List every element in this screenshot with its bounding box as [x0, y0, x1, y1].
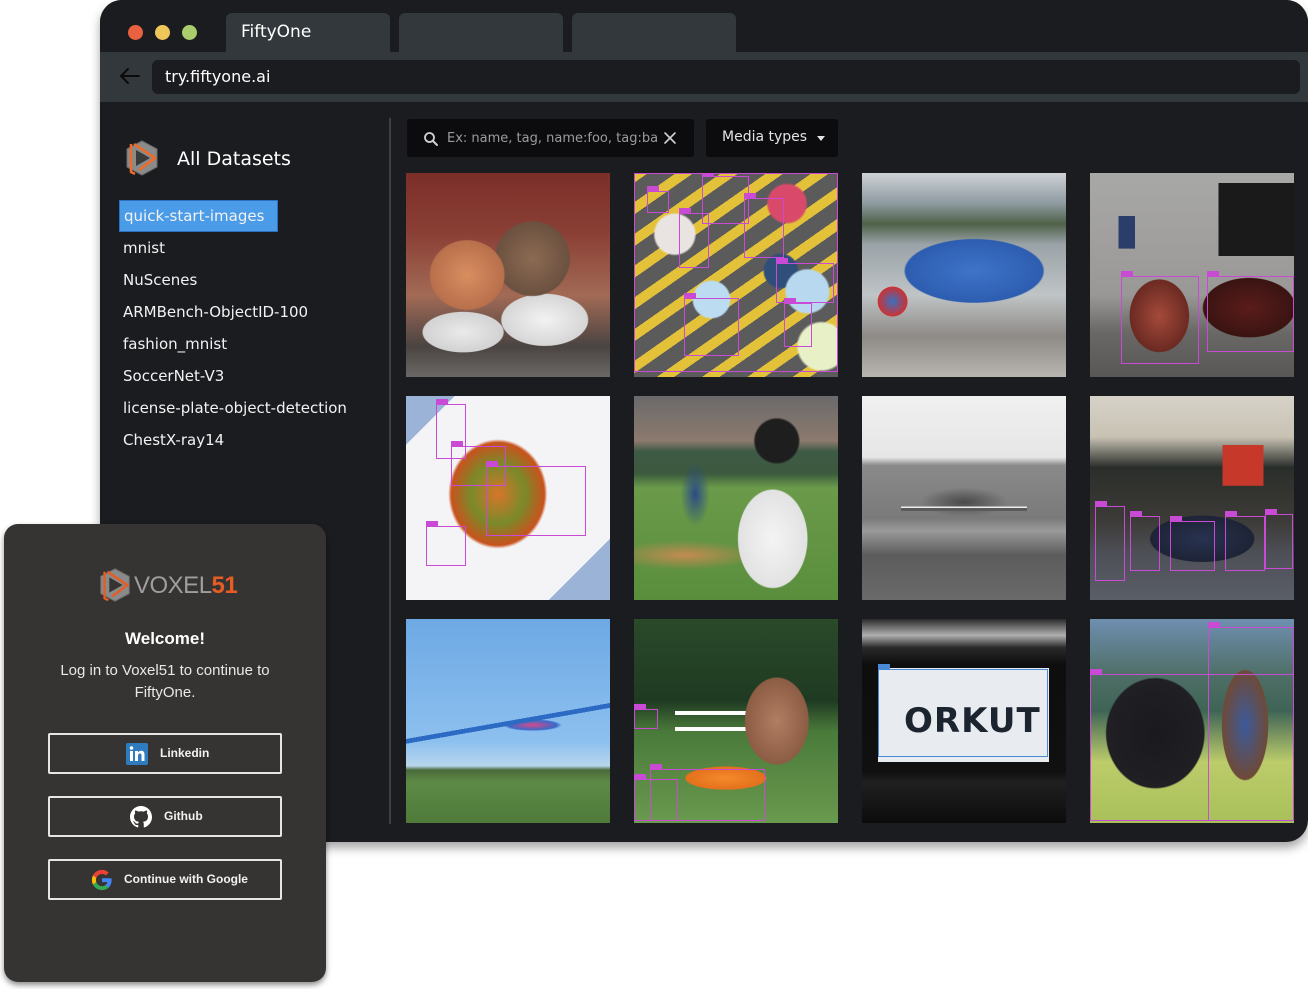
brand-wordmark: VOXEL51	[134, 572, 238, 599]
url-text: try.fiftyone.ai	[165, 67, 271, 86]
linkedin-label: Linkedin	[160, 746, 210, 760]
login-card: VOXEL51 Welcome! Log in to Voxel51 to co…	[4, 524, 326, 982]
voxel51-logo-icon	[100, 568, 130, 602]
detection-box	[1121, 271, 1199, 364]
tab-label: FiftyOne	[241, 22, 312, 42]
detection-box	[1095, 501, 1125, 581]
detection-box	[1208, 622, 1294, 821]
dataset-item-mnist[interactable]: mnist	[119, 232, 351, 264]
detection-box	[784, 298, 812, 347]
detection-box	[684, 293, 739, 356]
dataset-item-quick-start-images[interactable]: quick-start-images	[119, 200, 278, 232]
dataset-list: quick-start-images mnist NuScenes ARMBen…	[119, 200, 351, 456]
github-label: Github	[164, 809, 203, 823]
arrow-left-icon[interactable]	[118, 64, 142, 88]
detection-box	[486, 461, 586, 536]
linkedin-icon	[126, 743, 148, 765]
sample-tile-salad[interactable]	[406, 396, 610, 600]
detection-box	[744, 193, 784, 258]
sample-tile-airplane[interactable]	[862, 173, 1066, 377]
sample-tile-cats[interactable]	[406, 173, 610, 377]
google-login-button[interactable]: Continue with Google	[48, 859, 282, 900]
tab-empty-3[interactable]	[572, 13, 736, 52]
dataset-search	[407, 119, 694, 157]
sample-tile-street[interactable]	[1090, 396, 1294, 600]
sample-tile-umbrellas[interactable]	[634, 173, 838, 377]
sidebar-divider[interactable]	[389, 118, 391, 824]
close-icon[interactable]	[663, 131, 677, 145]
detection-box	[634, 704, 658, 729]
minimize-window-button[interactable]	[155, 25, 170, 40]
plate-text: ORKUT	[904, 701, 1041, 741]
detection-box	[634, 774, 678, 821]
dataset-item-fashion-mnist[interactable]: fashion_mnist	[119, 328, 351, 360]
media-types-dropdown[interactable]: Media types	[706, 119, 838, 157]
search-icon	[424, 132, 438, 146]
sidebar-title: All Datasets	[177, 148, 291, 170]
sample-tile-horse-rider[interactable]	[1090, 619, 1294, 823]
sample-tile-license-plate[interactable]: ORKUT	[862, 619, 1066, 823]
media-types-label: Media types	[722, 129, 808, 145]
google-icon	[91, 869, 112, 891]
detection-box	[1225, 511, 1265, 571]
github-login-button[interactable]: Github	[48, 796, 282, 837]
welcome-heading: Welcome!	[125, 629, 205, 648]
dataset-item-nuscenes[interactable]: NuScenes	[119, 264, 351, 296]
github-icon	[130, 806, 152, 828]
fiftyone-logo-icon	[126, 140, 158, 176]
linkedin-login-button[interactable]: Linkedin	[48, 733, 282, 774]
voxel51-brand: VOXEL51	[96, 566, 246, 606]
login-subtitle: Log in to Voxel51 to continue to FiftyOn…	[60, 662, 270, 701]
detection-box	[426, 521, 466, 566]
sample-tile-kites[interactable]	[406, 619, 610, 823]
sample-tile-living-room[interactable]	[1090, 173, 1294, 377]
close-window-button[interactable]	[128, 25, 143, 40]
dataset-item-chestx-ray14[interactable]: ChestX-ray14	[119, 424, 351, 456]
google-label: Continue with Google	[124, 872, 248, 886]
sample-tile-bench[interactable]	[862, 396, 1066, 600]
tab-fiftyone[interactable]: FiftyOne	[226, 13, 390, 52]
dataset-item-soccernet[interactable]: SoccerNet-V3	[119, 360, 351, 392]
search-input[interactable]	[447, 127, 657, 149]
title-bar: FiftyOne	[100, 0, 1308, 52]
sample-tile-baseball[interactable]	[634, 396, 838, 600]
navigation-bar: try.fiftyone.ai	[100, 52, 1308, 102]
detection-box	[1207, 271, 1294, 352]
maximize-window-button[interactable]	[182, 25, 197, 40]
detection-box	[702, 173, 749, 224]
detection-box	[1130, 511, 1160, 571]
address-bar[interactable]: try.fiftyone.ai	[152, 60, 1300, 94]
detection-box	[647, 186, 669, 213]
dataset-item-license-plate[interactable]: license-plate-object-detection	[119, 392, 351, 424]
detection-box	[679, 208, 709, 268]
detection-box	[776, 258, 834, 303]
sample-tile-llama[interactable]	[634, 619, 838, 823]
detection-box	[1265, 509, 1293, 569]
tab-empty-2[interactable]	[399, 13, 563, 52]
dataset-item-armbench[interactable]: ARMBench-ObjectID-100	[119, 296, 351, 328]
detection-box	[1170, 516, 1215, 571]
caret-down-icon	[817, 136, 825, 141]
